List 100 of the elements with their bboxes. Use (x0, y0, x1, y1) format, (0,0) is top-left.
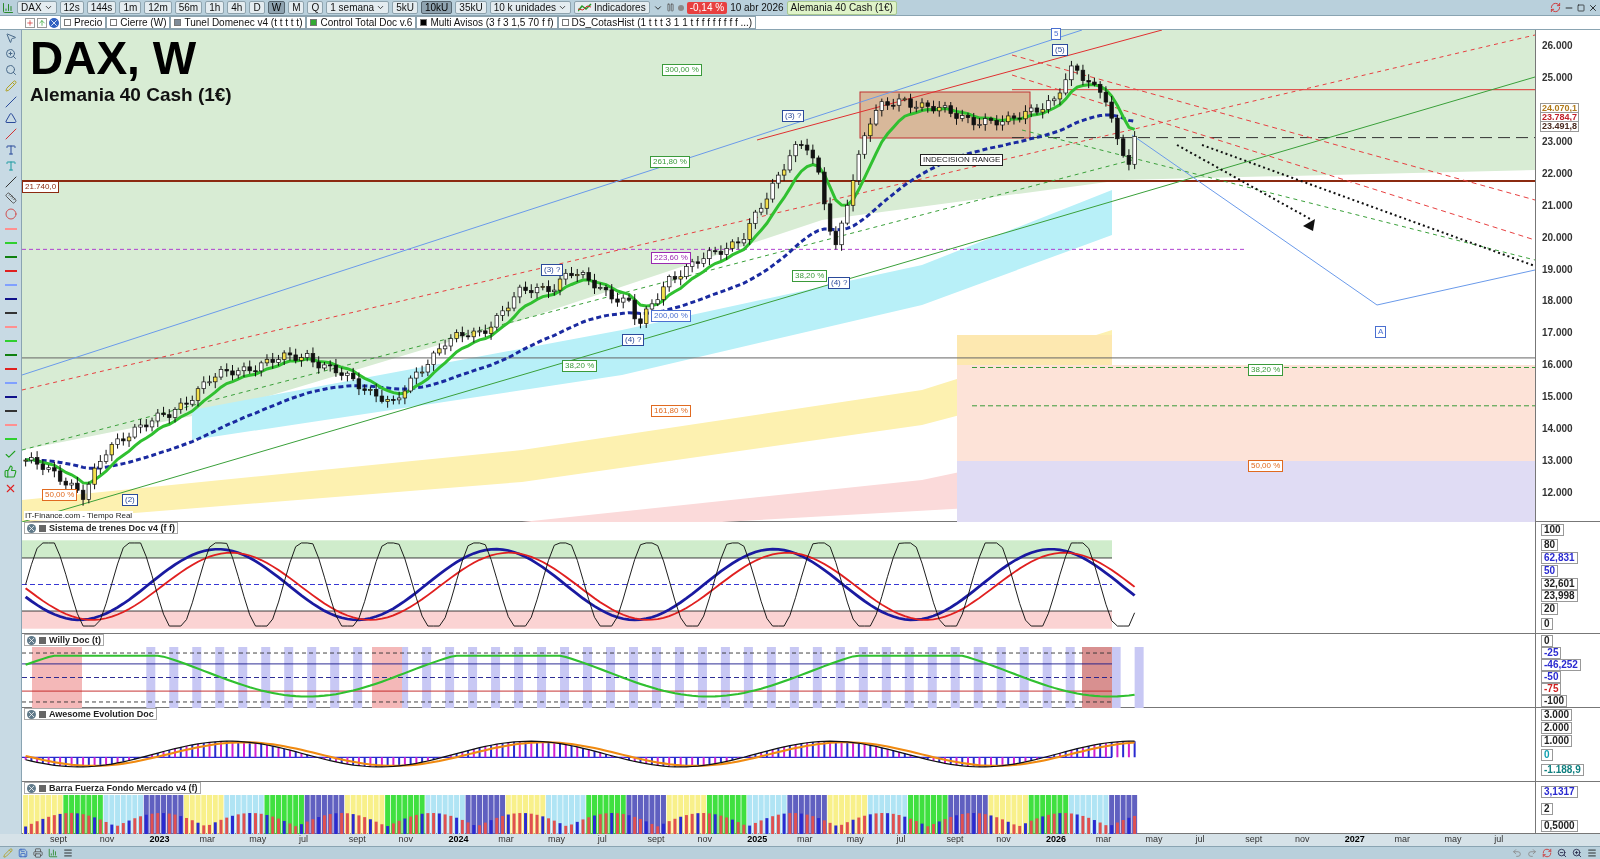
price-axis-label: 17.000 (1542, 326, 1573, 338)
line-tool-icon[interactable] (4, 176, 17, 188)
chart-icon[interactable] (2, 1, 14, 14)
axis-label: 50 (1541, 565, 1559, 577)
search-icon[interactable] (4, 64, 17, 76)
check-icon[interactable] (4, 448, 17, 461)
chart-annotation: 50,00 % (1248, 460, 1284, 472)
axis-label: -50 (1541, 671, 1562, 683)
chart-annotation: INDECISION RANGE (920, 154, 1004, 166)
line-style-icon[interactable] (4, 298, 17, 300)
delete-icon[interactable] (4, 482, 17, 495)
indicator-tab[interactable]: Control Total Doc v.6 (306, 16, 417, 29)
price-axis-label: 25.000 (1542, 71, 1573, 83)
zoom-in-icon[interactable] (1572, 848, 1582, 858)
interval-button[interactable]: Q (307, 1, 324, 14)
price-axis-label: 21.000 (1542, 199, 1573, 211)
axis-label: 0 (1541, 749, 1553, 761)
pointer-icon[interactable] (4, 32, 17, 44)
refresh-icon[interactable] (1542, 848, 1552, 858)
menu-icon[interactable] (63, 848, 73, 858)
chart-annotation: 38,20 % (1248, 364, 1284, 376)
chart-annotation: 5 (1051, 28, 1062, 40)
units-select[interactable]: 10 k unidades (489, 1, 571, 14)
indicator-tab[interactable]: Precio (60, 16, 107, 29)
interval-button[interactable]: W (267, 1, 286, 14)
refresh-icon[interactable] (1550, 2, 1561, 13)
axis-label: -46,252 (1541, 659, 1581, 671)
interval-button[interactable]: 4h (227, 1, 247, 14)
printer-icon[interactable] (33, 848, 43, 858)
axis-label: -75 (1541, 683, 1562, 695)
interval-button[interactable]: 144s (86, 1, 117, 14)
axis-label: 2 (1541, 803, 1553, 815)
axis-label: 2.000 (1541, 722, 1573, 734)
axis-label: 0 (1541, 635, 1553, 647)
interval-button[interactable]: 12m (144, 1, 172, 14)
interval-button[interactable]: 10kU (420, 1, 453, 14)
interval-button[interactable]: 12s (59, 1, 84, 14)
close-icon[interactable] (1588, 2, 1598, 13)
instrument-badge: Alemania 40 Cash (1€) (786, 0, 897, 15)
close-icon[interactable] (27, 783, 36, 793)
text-tool-icon[interactable] (4, 144, 17, 156)
interval-button[interactable]: 35kU (455, 1, 487, 14)
source-text: IT-Finance.com - Tiempo Real (24, 511, 134, 520)
period-select[interactable]: 1 semana (326, 1, 390, 14)
close-icon[interactable] (27, 709, 36, 719)
axis-label: 23,998 (1541, 590, 1578, 602)
price-axis-label: 15.000 (1542, 390, 1573, 402)
add-icon[interactable] (25, 17, 35, 28)
swatch-icon (39, 636, 46, 644)
arrow-up-icon[interactable] (37, 17, 47, 28)
line-tool-icon[interactable] (4, 96, 17, 108)
interval-button[interactable]: 56m (174, 1, 203, 14)
line-style-icon[interactable] (4, 396, 17, 398)
indicator-name: Barra Fuerza Fondo Mercado v4 (f) (49, 783, 198, 793)
axis-label: -1.188,9 (1541, 764, 1584, 776)
time-axis-label: may (1444, 834, 1462, 845)
time-axis-label: jul (597, 834, 607, 845)
time-axis-label: sept (647, 834, 665, 845)
menu-icon[interactable] (1587, 848, 1597, 858)
circle-icon[interactable] (4, 208, 17, 220)
chart-annotation: A (1375, 326, 1387, 338)
undo-icon[interactable] (1512, 848, 1522, 858)
swatch-icon (39, 784, 46, 792)
interval-button[interactable]: M (288, 1, 305, 14)
line-style-icon[interactable] (4, 410, 17, 412)
close-icon[interactable] (27, 635, 36, 645)
zoom-out-icon[interactable] (1557, 848, 1567, 858)
triangle-icon[interactable] (4, 112, 17, 124)
zoom-in-icon[interactable] (4, 48, 17, 60)
axis-label: 32,601 (1541, 578, 1578, 590)
restore-icon[interactable] (1577, 3, 1585, 12)
chart-annotation: (4) ? (828, 277, 851, 289)
line-style-icon[interactable] (4, 312, 17, 314)
redo-icon[interactable] (1527, 848, 1537, 858)
thumbs-up-icon[interactable] (4, 465, 17, 478)
time-axis-label: 2023 (149, 834, 170, 845)
save-icon[interactable] (18, 848, 28, 858)
price-axis-label: 18.000 (1542, 294, 1573, 306)
pause-icon[interactable] (665, 3, 675, 12)
interval-button[interactable]: D (249, 1, 265, 14)
interval-button[interactable]: 5kU (392, 1, 418, 14)
chart-icon[interactable] (48, 848, 58, 858)
chart-annotation: 161,80 % (651, 405, 691, 417)
indicator-tab[interactable]: DS_CotasHist (1 t t t 3 1 1 t f f f f f f f f ...) (557, 16, 757, 29)
indicators-button[interactable]: Indicadores (573, 1, 650, 14)
chart-subtitle: Alemania 40 Cash (1€) (30, 84, 232, 106)
time-axis-label: nov (99, 834, 115, 845)
indicator-tab[interactable]: Cierre (W) (106, 16, 171, 29)
swatch-icon (39, 524, 46, 532)
indicator-name: Awesome Evolution Doc (49, 709, 154, 719)
indicator-tab[interactable]: Multi Avisos (3 f 3 1,5 70 f f) (416, 16, 558, 29)
close-icon[interactable] (49, 17, 59, 28)
indicator-tab[interactable]: Tunel Domenec v4 (t t t t t) (170, 16, 307, 29)
interval-button[interactable]: 1m (119, 1, 142, 14)
close-icon[interactable] (27, 523, 36, 533)
symbol-select[interactable]: DAX (17, 1, 57, 14)
ruler-icon[interactable] (4, 192, 17, 204)
indicator-name: Sistema de trenes Doc v4 (f f) (49, 523, 176, 533)
chart-annotation: (2) (122, 494, 138, 506)
interval-button[interactable]: 1h (205, 1, 225, 14)
